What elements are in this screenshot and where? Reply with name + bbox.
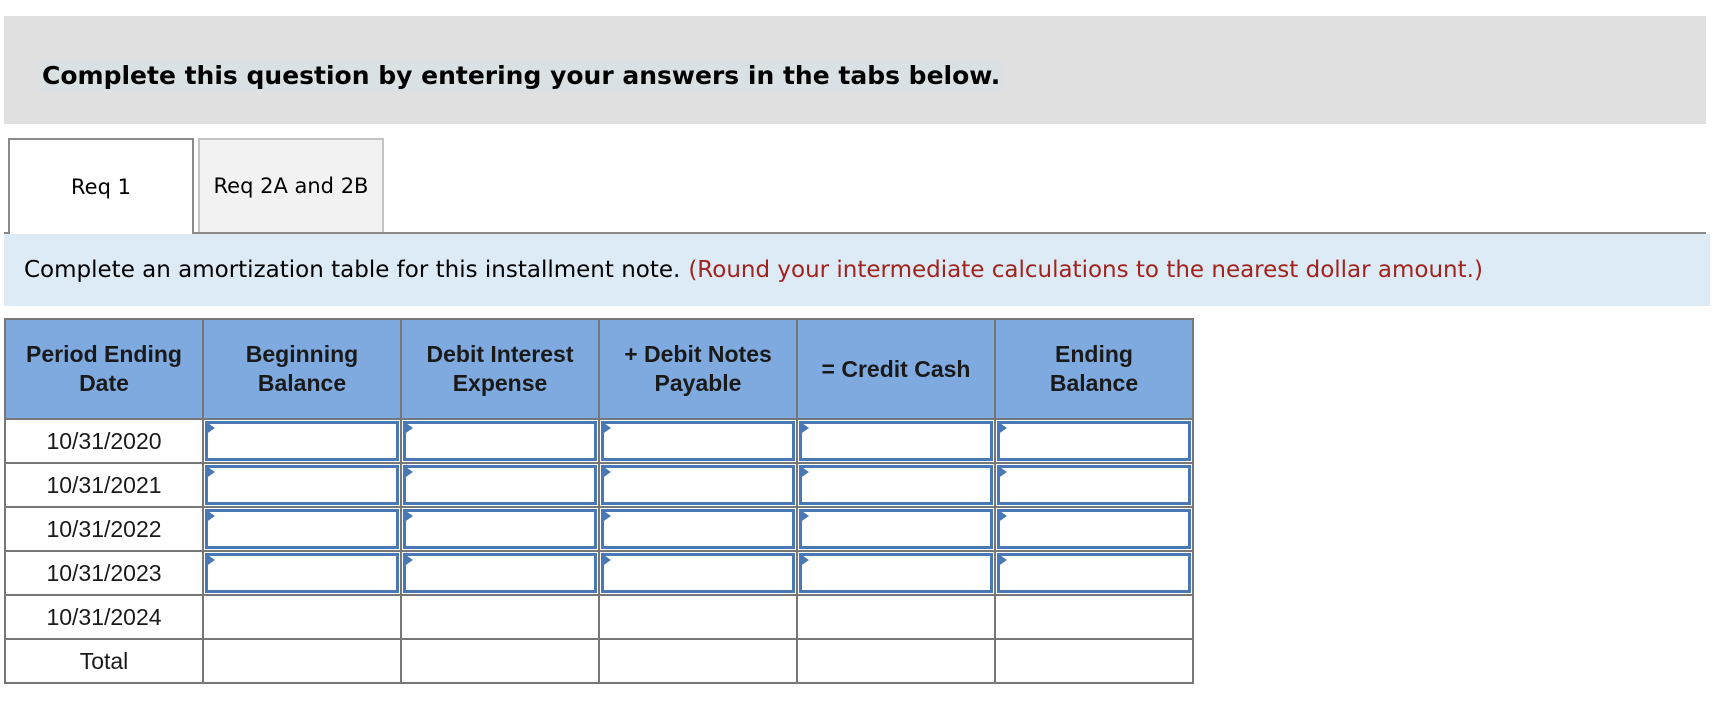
table-row: 10/31/2020 [4, 418, 1194, 464]
input-flag-icon [997, 553, 1007, 567]
interest-expense-input[interactable] [403, 509, 597, 549]
input-flag-icon [997, 509, 1007, 523]
input-flag-icon [601, 465, 611, 479]
cell-credit-cash [796, 506, 996, 552]
input-flag-icon [205, 421, 215, 435]
input-flag-icon [205, 509, 215, 523]
input-flag-icon [205, 465, 215, 479]
cell-interest-expense [400, 594, 600, 640]
cell-interest-expense [400, 462, 600, 508]
cell-ending-balance [994, 418, 1194, 464]
beginning-balance-input[interactable] [205, 509, 399, 549]
credit-cash-input[interactable] [799, 465, 993, 505]
total-label: Total [4, 638, 204, 684]
input-flag-icon [403, 421, 413, 435]
input-flag-icon [601, 509, 611, 523]
input-flag-icon [799, 553, 809, 567]
input-flag-icon [799, 465, 809, 479]
cell-beginning-balance [202, 550, 402, 596]
input-flag-icon [403, 553, 413, 567]
tab-req-2a-2b[interactable]: Req 2A and 2B [198, 138, 384, 232]
table-row: 10/31/2021 [4, 462, 1194, 508]
cell-credit-cash [796, 462, 996, 508]
tab-req-1[interactable]: Req 1 [8, 138, 194, 234]
period-date: 10/31/2022 [4, 506, 204, 552]
total-credit-cash [796, 638, 996, 684]
cell-notes-payable [598, 594, 798, 640]
cell-beginning-balance [202, 418, 402, 464]
header-ending-balance: Ending Balance [994, 318, 1194, 420]
input-flag-icon [997, 465, 1007, 479]
header-credit-cash: = Credit Cash [796, 318, 996, 420]
cell-beginning-balance [202, 594, 402, 640]
notes-payable-input[interactable] [601, 553, 795, 593]
header-period-ending-date: Period Ending Date [4, 318, 204, 420]
tab-bar: Req 1 Req 2A and 2B [4, 138, 1714, 234]
cell-interest-expense [400, 550, 600, 596]
period-date: 10/31/2021 [4, 462, 204, 508]
header-row: Period Ending Date Beginning Balance Debit… [4, 318, 1194, 420]
cell-notes-payable [598, 462, 798, 508]
instruction-text: Complete an amortization table for this … [24, 257, 681, 283]
cell-notes-payable [598, 506, 798, 552]
cell-credit-cash [796, 418, 996, 464]
input-flag-icon [205, 553, 215, 567]
input-flag-icon [799, 421, 809, 435]
rounding-note: (Round your intermediate calculations to… [688, 257, 1483, 283]
input-flag-icon [799, 509, 809, 523]
ending-balance-input[interactable] [997, 465, 1191, 505]
total-interest-expense [400, 638, 600, 684]
banner-text: Complete this question by entering your … [40, 60, 1003, 92]
interest-expense-input[interactable] [403, 553, 597, 593]
cell-beginning-balance [202, 506, 402, 552]
credit-cash-input[interactable] [799, 509, 993, 549]
total-row: Total [4, 638, 1194, 684]
input-flag-icon [403, 465, 413, 479]
notes-payable-input[interactable] [601, 509, 795, 549]
total-notes-payable [598, 638, 798, 684]
input-flag-icon [601, 421, 611, 435]
interest-expense-input[interactable] [403, 465, 597, 505]
cell-ending-balance [994, 550, 1194, 596]
amortization-table: Period Ending Date Beginning Balance Debit… [4, 318, 1194, 684]
question-banner: Complete this question by entering your … [4, 16, 1706, 124]
table-row: 10/31/2022 [4, 506, 1194, 552]
input-flag-icon [997, 421, 1007, 435]
cell-credit-cash [796, 550, 996, 596]
header-debit-notes-payable: + Debit Notes Payable [598, 318, 798, 420]
cell-beginning-balance [202, 462, 402, 508]
cell-notes-payable [598, 550, 798, 596]
table-row: 10/31/2024 [4, 594, 1194, 640]
notes-payable-input[interactable] [601, 465, 795, 505]
cell-interest-expense [400, 506, 600, 552]
cell-ending-balance [994, 594, 1194, 640]
period-date: 10/31/2020 [4, 418, 204, 464]
cell-credit-cash [796, 594, 996, 640]
beginning-balance-input[interactable] [205, 421, 399, 461]
beginning-balance-input[interactable] [205, 465, 399, 505]
cell-notes-payable [598, 418, 798, 464]
total-ending-balance [994, 638, 1194, 684]
cell-interest-expense [400, 418, 600, 464]
header-beginning-balance: Beginning Balance [202, 318, 402, 420]
cell-ending-balance [994, 506, 1194, 552]
ending-balance-input[interactable] [997, 421, 1191, 461]
credit-cash-input[interactable] [799, 553, 993, 593]
input-flag-icon [601, 553, 611, 567]
ending-balance-input[interactable] [997, 509, 1191, 549]
credit-cash-input[interactable] [799, 421, 993, 461]
header-debit-interest-expense: Debit Interest Expense [400, 318, 600, 420]
period-date: 10/31/2024 [4, 594, 204, 640]
beginning-balance-input[interactable] [205, 553, 399, 593]
table-row: 10/31/2023 [4, 550, 1194, 596]
ending-balance-input[interactable] [997, 553, 1191, 593]
total-beginning-balance [202, 638, 402, 684]
cell-ending-balance [994, 462, 1194, 508]
instruction-box: Complete an amortization table for this … [4, 234, 1710, 306]
period-date: 10/31/2023 [4, 550, 204, 596]
notes-payable-input[interactable] [601, 421, 795, 461]
interest-expense-input[interactable] [403, 421, 597, 461]
input-flag-icon [403, 509, 413, 523]
